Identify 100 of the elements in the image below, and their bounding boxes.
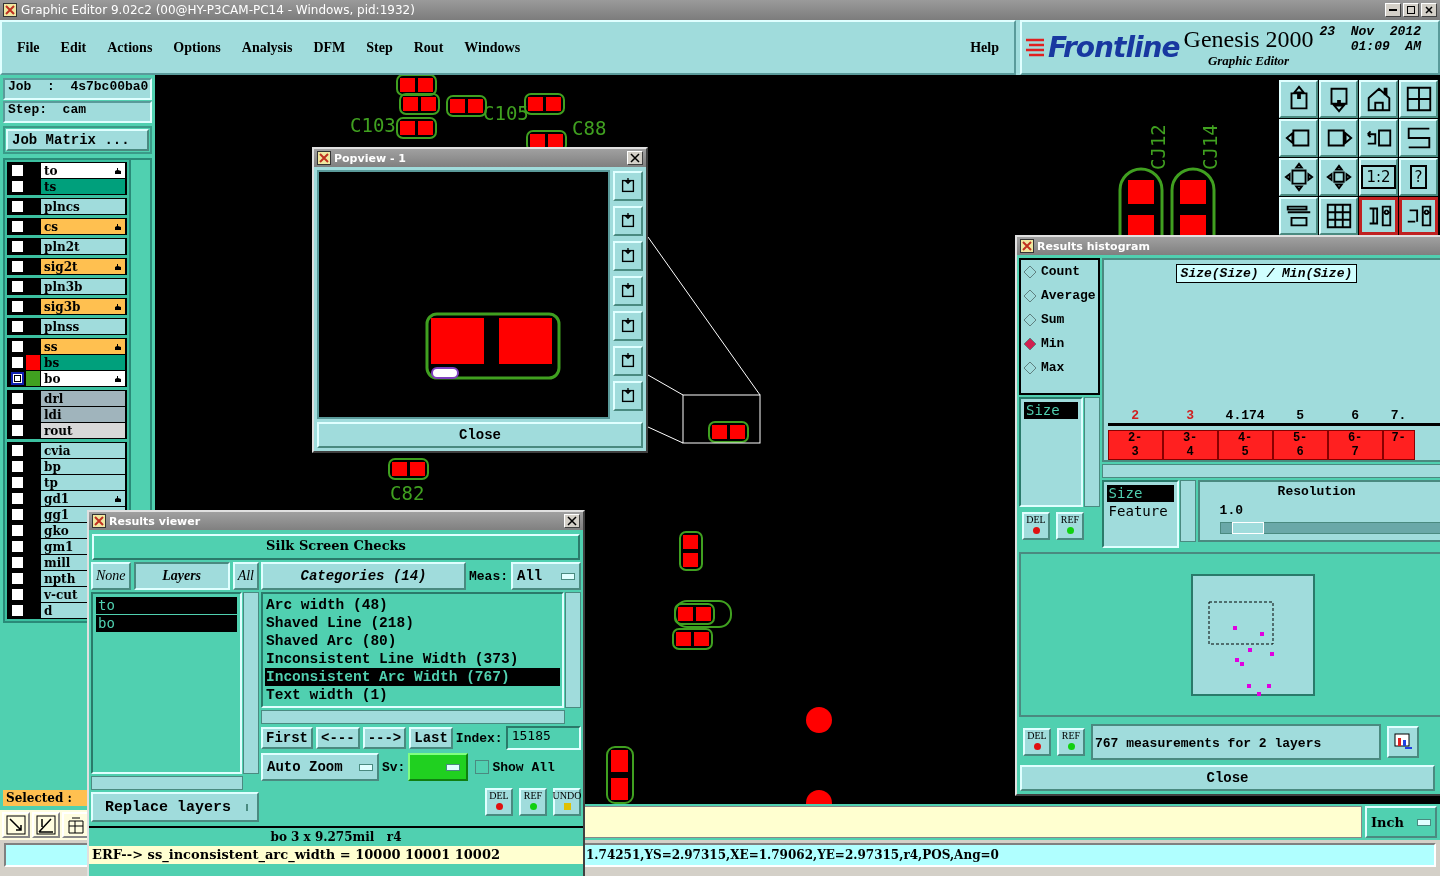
slider-thumb[interactable] <box>1231 522 1264 534</box>
horizontal-scrollbar[interactable] <box>261 710 565 724</box>
undo-box-icon[interactable] <box>1359 119 1398 157</box>
action-button[interactable]: REF <box>519 788 547 816</box>
job-matrix-button[interactable]: Job Matrix ... <box>6 129 149 151</box>
chart-icon[interactable] <box>1387 726 1419 759</box>
layer-checkbox[interactable] <box>11 240 24 253</box>
layer-checkbox[interactable] <box>11 200 24 213</box>
view-tool-icon[interactable] <box>613 311 643 341</box>
horizontal-scrollbar[interactable] <box>1101 464 1440 478</box>
layer-checkbox[interactable] <box>11 588 24 601</box>
layer-checkbox[interactable] <box>11 604 24 617</box>
layer-checkbox[interactable] <box>11 372 24 385</box>
table-icon[interactable] <box>62 812 90 838</box>
layer-field[interactable]: bp <box>41 459 125 474</box>
layer-field[interactable]: plncs <box>41 199 125 214</box>
close-button[interactable]: Close <box>317 422 643 448</box>
menu-item[interactable]: Actions <box>107 39 153 56</box>
move-box-icon[interactable] <box>1319 158 1358 196</box>
tools-icon[interactable] <box>1279 197 1318 235</box>
layer-checkbox[interactable] <box>11 300 24 313</box>
layer-filter-button[interactable]: None <box>91 562 131 590</box>
group-by-item[interactable]: Feature <box>1106 503 1174 520</box>
menu-item[interactable]: Options <box>173 39 221 56</box>
navigation-button[interactable]: Last <box>409 727 453 749</box>
expand-box-icon[interactable] <box>1279 158 1318 196</box>
layer-list-item[interactable]: bo <box>96 615 237 632</box>
histogram-bin[interactable]: 4- 5 <box>1217 430 1273 460</box>
categories-button[interactable]: Categories (14) <box>261 562 466 590</box>
resolution-slider[interactable] <box>1219 522 1440 534</box>
vertical-scrollbar[interactable] <box>565 592 581 708</box>
layer-field[interactable]: rout <box>41 423 125 438</box>
menu-item[interactable]: Edit <box>60 39 87 56</box>
layer-field[interactable]: drl <box>41 391 125 406</box>
help-menu[interactable]: Help <box>970 39 999 56</box>
layer-checkbox[interactable] <box>11 356 24 369</box>
layer-checkbox[interactable] <box>11 556 24 569</box>
layer-checkbox[interactable] <box>11 476 24 489</box>
close-button[interactable] <box>1421 3 1437 17</box>
vertical-scrollbar[interactable] <box>243 592 259 774</box>
action-button[interactable]: REF <box>1057 728 1085 757</box>
layer-field[interactable]: gd1 <box>41 491 125 506</box>
close-button[interactable]: Close <box>1020 765 1435 791</box>
action-button[interactable]: DEL <box>485 788 513 816</box>
index-field[interactable]: 15185 <box>505 726 581 750</box>
window-grid-icon[interactable] <box>1399 80 1438 118</box>
category-list-item[interactable]: Text width (1) <box>265 686 560 704</box>
view-tool-icon[interactable] <box>613 171 643 201</box>
view-tool-icon[interactable] <box>613 381 643 411</box>
circuit-icon[interactable] <box>1399 197 1438 235</box>
house-icon[interactable] <box>1359 80 1398 118</box>
minimize-button[interactable] <box>1385 3 1401 17</box>
radio-button[interactable] <box>1023 360 1037 375</box>
layer-field[interactable]: ts <box>41 179 125 194</box>
arrow-right-box-icon[interactable] <box>1319 119 1358 157</box>
menu-item[interactable]: DFM <box>313 39 346 56</box>
layer-filter-button[interactable]: All <box>232 562 259 590</box>
layer-field[interactable]: ldi <box>41 407 125 422</box>
view-tool-icon[interactable] <box>613 276 643 306</box>
layer-field[interactable]: pln2t <box>41 239 125 254</box>
category-list-item[interactable]: Shaved Line (218) <box>265 614 560 632</box>
histogram-bin[interactable]: 6- 7 <box>1327 430 1383 460</box>
menu-item[interactable]: Windows <box>464 39 521 56</box>
circuit-icon[interactable] <box>1359 197 1398 235</box>
layer-checkbox[interactable] <box>11 492 24 505</box>
layer-field[interactable]: pln3b <box>41 279 125 294</box>
action-button[interactable]: DEL <box>1023 728 1051 757</box>
layer-field[interactable]: to <box>41 163 125 178</box>
navigation-button[interactable]: First <box>261 727 313 749</box>
layer-field[interactable]: cvia <box>41 443 125 458</box>
layer-field[interactable]: bo <box>41 371 125 386</box>
replace-layers-dropdown[interactable]: Replace layers <box>91 792 259 822</box>
layer-checkbox[interactable] <box>11 280 24 293</box>
layer-checkbox[interactable] <box>11 424 24 437</box>
vertical-scrollbar[interactable] <box>1179 480 1196 542</box>
action-button[interactable]: REF <box>1056 512 1084 540</box>
close-button[interactable] <box>627 151 643 165</box>
menu-item[interactable]: Analysis <box>241 39 293 56</box>
layer-checkbox[interactable] <box>11 444 24 457</box>
action-button[interactable]: UNDO <box>553 788 581 816</box>
navigation-button[interactable]: ---> <box>362 727 407 749</box>
toolbar-button[interactable]: 1:2 <box>1359 158 1398 196</box>
histogram-bin[interactable]: 7- <box>1382 430 1415 460</box>
group-by-item[interactable]: Size <box>1106 485 1174 502</box>
angle-measure-icon[interactable] <box>32 812 60 838</box>
maximize-button[interactable] <box>1403 3 1419 17</box>
layer-field[interactable]: plnss <box>41 319 125 334</box>
layer-checkbox[interactable] <box>11 164 24 177</box>
show-all-checkbox[interactable] <box>475 760 490 774</box>
layer-checkbox[interactable] <box>11 508 24 521</box>
vertical-scrollbar[interactable] <box>1083 397 1100 507</box>
layer-checkbox[interactable] <box>11 572 24 585</box>
menu-item[interactable]: Step <box>366 39 393 56</box>
layer-checkbox[interactable] <box>11 340 24 353</box>
layer-checkbox[interactable] <box>11 320 24 333</box>
category-list-item[interactable]: Arc width (48) <box>265 596 560 614</box>
action-button[interactable]: DEL <box>1022 512 1050 540</box>
layer-checkbox[interactable] <box>11 180 24 193</box>
auto-zoom-dropdown[interactable]: Auto Zoom <box>261 753 379 781</box>
layer-checkbox[interactable] <box>11 460 24 473</box>
